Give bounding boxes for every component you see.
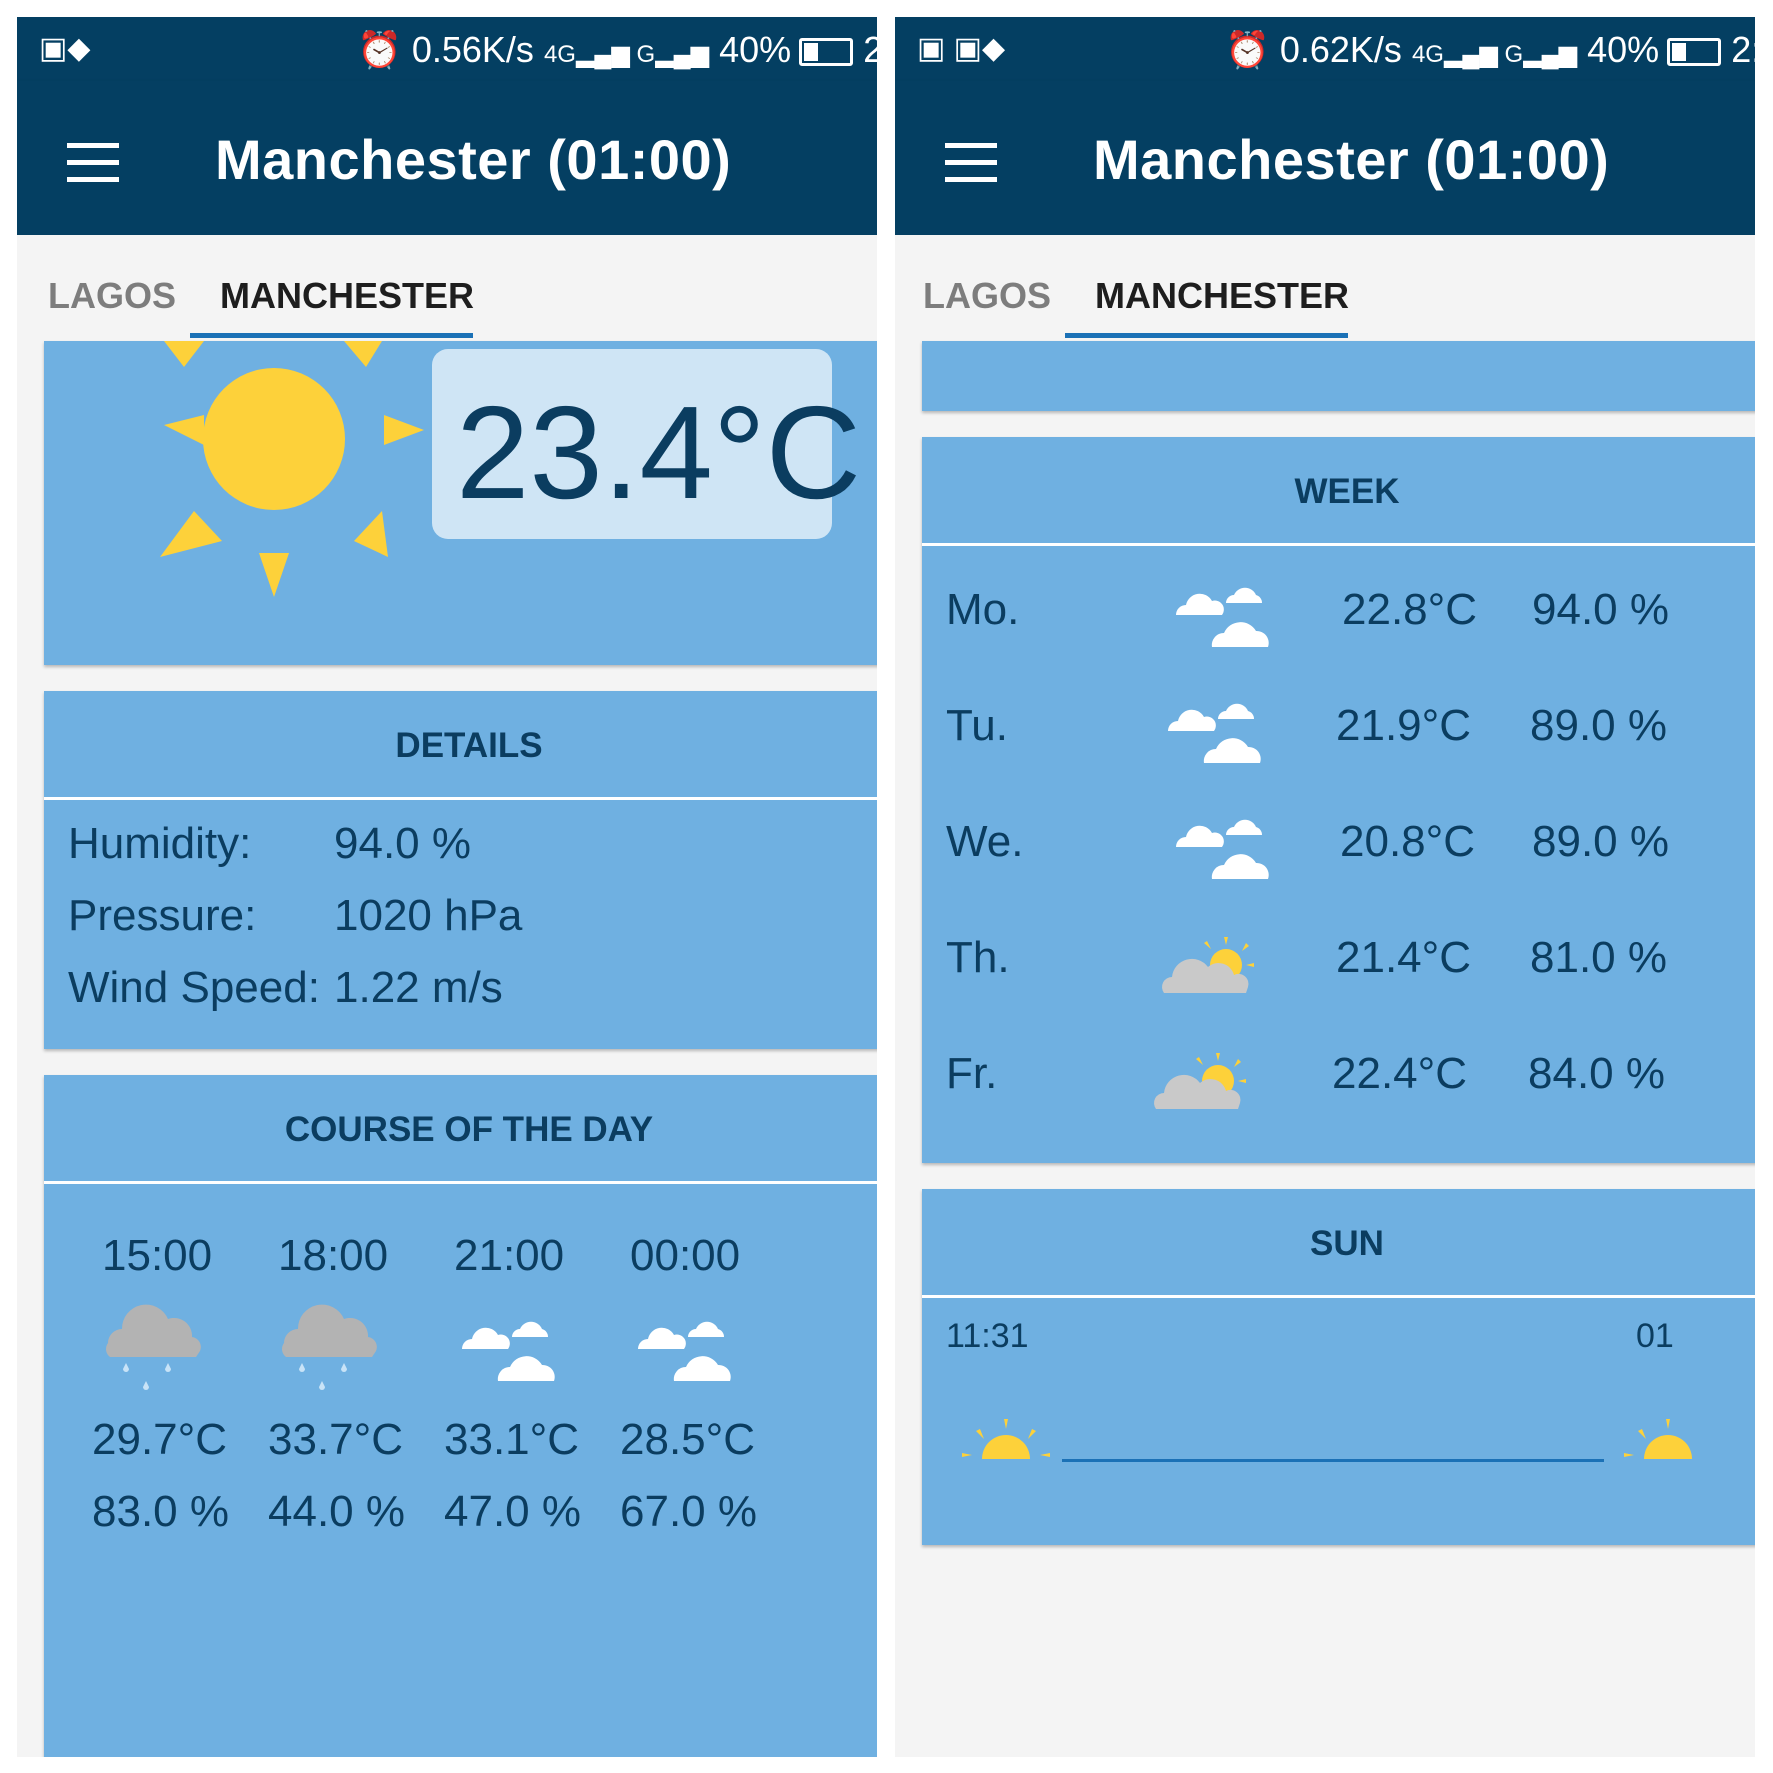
scrolled-card [922, 341, 1755, 411]
clock: 2: [863, 29, 877, 70]
notification-icon: ▣ ▣◆ [917, 32, 1006, 65]
day-humidity: 94.0 % [1532, 585, 1669, 634]
right-screen: ▣ ▣◆ ⏰0.62K/s 4G▂▄▆ G▂▄▆ 40% 2: Manchest… [895, 17, 1755, 1757]
wind-speed-value: 1.22 m/s [334, 963, 503, 1012]
hour-temperature: 33.7°C [268, 1415, 404, 1464]
clouds-icon [1168, 703, 1261, 763]
details-header: DETAILS [44, 691, 877, 800]
sunrise-time: 11:31 [946, 1317, 1029, 1355]
sun-progress-line [1062, 1459, 1604, 1462]
day-label: Th. [946, 933, 1010, 982]
wind-speed-label: Wind Speed: [68, 963, 320, 1012]
rain-cloud-icon [106, 1304, 201, 1390]
clouds-icon [1176, 819, 1269, 879]
hour-time: 21:00 [454, 1231, 565, 1280]
hour-humidity: 47.0 % [444, 1487, 581, 1536]
sunrise-icon [962, 1419, 1050, 1459]
current-temperature: 23.4°C [456, 379, 862, 526]
week-title: WEEK [1294, 472, 1400, 511]
partly-cloudy-icon [1162, 937, 1254, 993]
status-info: ⏰0.62K/s 4G▂▄▆ G▂▄▆ 40% 2: [1225, 29, 1755, 71]
status-bar: ▣ ▣◆ ⏰0.62K/s 4G▂▄▆ G▂▄▆ 40% 2: [895, 17, 1755, 81]
temperature-box: 23.4°C [432, 349, 861, 539]
sun-title: SUN [1310, 1224, 1384, 1263]
course-header: COURSE OF THE DAY [44, 1075, 877, 1184]
tab-lagos[interactable]: LAGOS [923, 275, 1051, 317]
day-humidity: 89.0 % [1530, 701, 1667, 750]
day-label: We. [946, 817, 1024, 866]
network-speed: 0.62K/s [1279, 29, 1402, 70]
details-title: DETAILS [395, 726, 543, 765]
day-label: Fr. [946, 1049, 998, 1098]
city-tabs: LAGOS MANCHESTER [895, 235, 1755, 341]
signal-icon: 4G▂▄▆ G▂▄▆ [1411, 41, 1578, 68]
clock: 2: [1731, 29, 1755, 70]
notification-icon: ▣◆ [39, 32, 91, 65]
sunset-time: 01 [1636, 1317, 1674, 1355]
app-title: Manchester (01:00) [1093, 128, 1610, 191]
pressure-label: Pressure: [68, 891, 257, 940]
day-temperature: 21.9°C [1336, 701, 1472, 750]
clouds-icon [1176, 587, 1269, 647]
tab-lagos[interactable]: LAGOS [48, 275, 176, 317]
course-title: COURSE OF THE DAY [284, 1110, 654, 1149]
tab-manchester[interactable]: MANCHESTER [220, 275, 474, 317]
day-temperature: 20.8°C [1340, 817, 1476, 866]
hour-time: 00:00 [630, 1231, 741, 1280]
hour-temperature: 29.7°C [92, 1415, 228, 1464]
details-card: DETAILS Humidity: 94.0 % Pressure: 1020 … [44, 691, 877, 1049]
sunset-icon [1624, 1419, 1692, 1459]
battery-icon [1667, 38, 1722, 67]
pressure-value: 1020 hPa [334, 891, 523, 940]
day-temperature: 21.4°C [1336, 933, 1472, 982]
sun-card: SUN 11:31 01 [922, 1189, 1755, 1545]
day-humidity: 89.0 % [1532, 817, 1669, 866]
clouds-icon [638, 1321, 731, 1381]
clouds-icon [462, 1321, 555, 1381]
day-label: Mo. [946, 585, 1020, 634]
hour-humidity: 44.0 % [268, 1487, 405, 1536]
hour-temperature: 33.1°C [444, 1415, 580, 1464]
humidity-value: 94.0 % [334, 819, 471, 868]
hour-humidity: 67.0 % [620, 1487, 757, 1536]
sun-header: SUN [922, 1189, 1755, 1298]
hour-time: 15:00 [102, 1231, 213, 1280]
app-bar: Manchester (01:00) [895, 81, 1755, 235]
tab-manchester[interactable]: MANCHESTER [1095, 275, 1349, 317]
active-tab-indicator [1065, 333, 1348, 338]
signal-icon: 4G▂▄▆ G▂▄▆ [543, 41, 710, 68]
battery-icon [799, 38, 854, 67]
day-temperature: 22.8°C [1342, 585, 1478, 634]
day-humidity: 84.0 % [1528, 1049, 1665, 1098]
rain-cloud-icon [282, 1304, 377, 1390]
menu-icon[interactable] [67, 143, 119, 183]
left-screen: ▣◆ ⏰0.56K/s 4G▂▄▆ G▂▄▆ 40% 2: Manchester… [17, 17, 877, 1757]
humidity-label: Humidity: [68, 819, 252, 868]
status-info: ⏰0.56K/s 4G▂▄▆ G▂▄▆ 40% 2: [357, 29, 877, 71]
app-bar: Manchester (01:00) [17, 81, 877, 235]
week-header: WEEK [922, 437, 1755, 546]
week-card: WEEK Mo. Tu. We. Th. Fr. 22.8°C 21.9°C 2… [922, 437, 1755, 1163]
status-bar: ▣◆ ⏰0.56K/s 4G▂▄▆ G▂▄▆ 40% 2: [17, 17, 877, 81]
city-tabs: LAGOS MANCHESTER [17, 235, 877, 341]
battery-percent: 40% [1587, 29, 1660, 70]
partly-cloudy-icon [1154, 1053, 1246, 1109]
network-speed: 0.56K/s [411, 29, 534, 70]
hour-temperature: 28.5°C [620, 1415, 756, 1464]
day-temperature: 22.4°C [1332, 1049, 1468, 1098]
hour-humidity: 83.0 % [92, 1487, 229, 1536]
day-label: Tu. [946, 701, 1008, 750]
app-title: Manchester (01:00) [215, 128, 732, 191]
hour-time: 18:00 [278, 1231, 389, 1280]
sun-icon [160, 341, 424, 597]
menu-icon[interactable] [945, 143, 997, 183]
alarm-icon: ⏰ [357, 29, 402, 70]
day-humidity: 81.0 % [1530, 933, 1667, 982]
battery-percent: 40% [719, 29, 792, 70]
alarm-icon: ⏰ [1225, 29, 1270, 70]
course-of-day-card: COURSE OF THE DAY 15:00 18:00 21:00 00:0… [44, 1075, 877, 1757]
